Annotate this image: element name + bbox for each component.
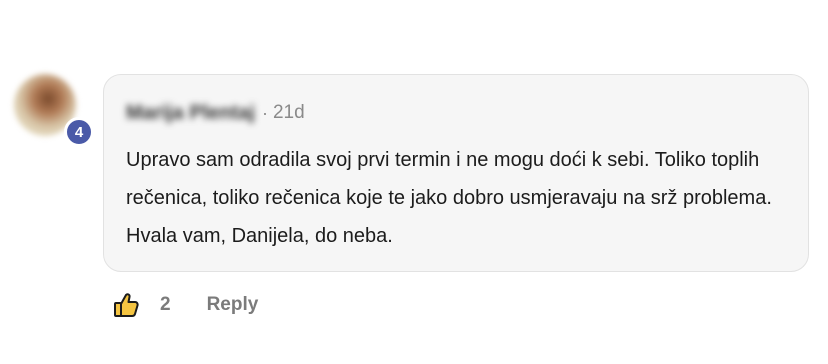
comment-bubble: Marija Plentaj · 21d Upravo sam odradila… <box>103 74 809 272</box>
comment-header: Marija Plentaj · 21d <box>126 99 786 127</box>
separator-dot: · <box>261 102 268 123</box>
level-badge: 4 <box>64 117 94 147</box>
thumbs-up-icon[interactable] <box>112 291 140 319</box>
reply-button[interactable]: Reply <box>207 294 259 316</box>
comment-timestamp[interactable]: 21d <box>273 102 305 124</box>
comment-actions: 2 Reply <box>112 290 258 320</box>
author-name[interactable]: Marija Plentaj <box>126 102 255 125</box>
comment-text: Upravo sam odradila svoj prvi termin i n… <box>126 149 772 247</box>
author-avatar-wrap[interactable]: 4 <box>14 74 94 152</box>
like-count: 2 <box>160 294 171 315</box>
